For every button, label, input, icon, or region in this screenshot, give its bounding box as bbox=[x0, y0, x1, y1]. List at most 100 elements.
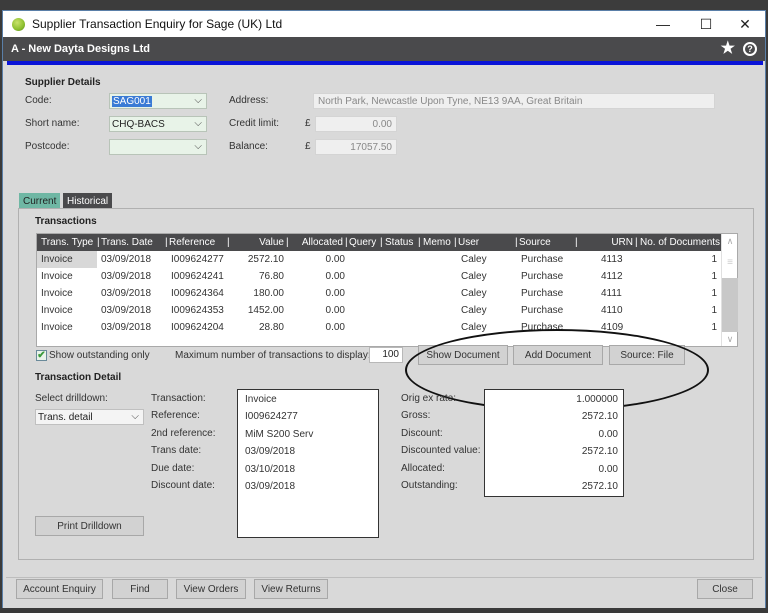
help-icon[interactable]: ? bbox=[743, 42, 757, 56]
grid-vertical-scrollbar[interactable]: ∧ ≡ ∨ bbox=[721, 234, 738, 346]
company-name: A - New Dayta Designs Ltd bbox=[11, 43, 150, 55]
column-header-no-of-documents[interactable]: No. of Documents bbox=[640, 237, 720, 248]
chevron-down-icon[interactable]: ⌵ bbox=[131, 411, 139, 422]
cell-docs: 1 bbox=[711, 254, 717, 265]
show-document-button[interactable]: Show Document bbox=[418, 345, 508, 365]
credit-limit-label: Credit limit: bbox=[229, 118, 280, 129]
cell-value: 76.80 bbox=[258, 271, 284, 282]
view-returns-button[interactable]: View Returns bbox=[254, 579, 328, 599]
transactions-heading: Transactions bbox=[35, 216, 97, 227]
cell-reference: I009624241 bbox=[171, 271, 224, 282]
short-name-combobox[interactable]: CHQ-BACS ⌵ bbox=[109, 116, 207, 132]
favourite-star-icon[interactable]: ★ bbox=[721, 41, 735, 57]
column-header-allocated[interactable]: Allocated bbox=[289, 237, 343, 248]
chevron-down-icon[interactable]: ⌵ bbox=[194, 118, 202, 129]
detail-label-reference: Reference: bbox=[151, 410, 200, 421]
detail-value-gross: 2572.10 bbox=[581, 411, 618, 422]
print-drilldown-button[interactable]: Print Drilldown bbox=[35, 516, 144, 536]
detail-label-discounted-value: Discounted value: bbox=[401, 445, 481, 456]
maximize-button[interactable]: ☐ bbox=[686, 11, 726, 37]
tab-historical[interactable]: Historical bbox=[63, 193, 113, 209]
cell-reference: I009624204 bbox=[171, 322, 224, 333]
detail-value-trans-date: 03/09/2018 bbox=[245, 446, 296, 457]
cell-value: 2572.10 bbox=[247, 254, 284, 265]
source-file-button[interactable]: Source: File bbox=[609, 345, 685, 365]
table-row[interactable]: Invoice 03/09/2018 I009624364 180.00 0.0… bbox=[37, 285, 721, 302]
table-row[interactable]: Invoice 03/09/2018 I009624241 76.80 0.00… bbox=[37, 268, 721, 285]
scroll-track[interactable] bbox=[722, 278, 738, 332]
scroll-up-icon[interactable]: ∧ bbox=[722, 234, 738, 248]
cell-docs: 1 bbox=[711, 288, 717, 299]
address-field: North Park, Newcastle Upon Tyne, NE13 9A… bbox=[313, 93, 715, 109]
add-document-button[interactable]: Add Document bbox=[513, 345, 603, 365]
cell-allocated: 0.00 bbox=[325, 305, 345, 316]
chevron-down-icon[interactable]: ⌵ bbox=[194, 95, 202, 106]
address-label: Address: bbox=[229, 95, 269, 106]
cell-source: Purchase bbox=[521, 322, 564, 333]
tab-current[interactable]: Current bbox=[19, 193, 61, 209]
cell-docs: 1 bbox=[711, 271, 717, 282]
column-header-source[interactable]: Source bbox=[519, 237, 551, 248]
cell-trans-type: Invoice bbox=[41, 305, 73, 316]
drilldown-select[interactable]: Trans. detail ⌵ bbox=[35, 409, 144, 425]
column-header-trans-date[interactable]: Trans. Date bbox=[101, 237, 153, 248]
detail-label-gross: Gross: bbox=[401, 410, 431, 421]
cell-trans-type: Invoice bbox=[41, 288, 73, 299]
cell-trans-type: Invoice bbox=[41, 271, 73, 282]
transaction-detail-heading: Transaction Detail bbox=[35, 372, 122, 383]
view-orders-button[interactable]: View Orders bbox=[176, 579, 246, 599]
scroll-down-icon[interactable]: ∨ bbox=[722, 332, 738, 346]
column-header-status[interactable]: Status bbox=[385, 237, 413, 248]
cell-allocated: 0.00 bbox=[325, 288, 345, 299]
balance-value: 17057.50 bbox=[350, 141, 392, 153]
cell-trans-date: 03/09/2018 bbox=[101, 322, 152, 333]
show-outstanding-checkbox[interactable]: ✔ bbox=[36, 350, 47, 361]
detail-values-box-right: 1.000000 2572.10 0.00 2572.10 0.00 2572.… bbox=[484, 389, 624, 497]
chevron-down-icon[interactable]: ⌵ bbox=[194, 141, 202, 152]
column-header-value[interactable]: Value bbox=[232, 237, 284, 248]
column-header-trans-type[interactable]: Trans. Type bbox=[41, 237, 93, 248]
transactions-grid: Trans. Type | Trans. Date | Reference | … bbox=[36, 233, 738, 347]
header-accent-bar bbox=[7, 61, 763, 65]
detail-value-reference: I009624277 bbox=[245, 411, 298, 422]
table-row[interactable]: Invoice 03/09/2018 I009624277 2572.10 0.… bbox=[37, 251, 721, 268]
column-header-memo[interactable]: Memo bbox=[423, 237, 451, 248]
max-transactions-input[interactable]: 100 bbox=[369, 347, 403, 363]
postcode-combobox[interactable]: ⌵ bbox=[109, 139, 207, 155]
desktop-bottom-edge bbox=[0, 608, 768, 613]
detail-label-outstanding: Outstanding: bbox=[401, 480, 458, 491]
credit-limit-field: 0.00 bbox=[315, 116, 397, 132]
scroll-thumb[interactable]: ≡ bbox=[723, 248, 737, 278]
column-header-query[interactable]: Query bbox=[349, 237, 376, 248]
close-window-button[interactable]: ✕ bbox=[725, 11, 765, 37]
code-combobox[interactable]: SAG001 ⌵ bbox=[109, 93, 207, 109]
column-header-reference[interactable]: Reference bbox=[169, 237, 215, 248]
column-header-user[interactable]: User bbox=[458, 237, 479, 248]
cell-trans-type: Invoice bbox=[41, 254, 73, 265]
close-button[interactable]: Close bbox=[697, 579, 753, 599]
find-button[interactable]: Find bbox=[112, 579, 168, 599]
cell-urn: 4112 bbox=[601, 271, 623, 282]
account-enquiry-button[interactable]: Account Enquiry bbox=[16, 579, 103, 599]
credit-limit-value: 0.00 bbox=[372, 118, 392, 130]
detail-value-discounted-value: 2572.10 bbox=[581, 446, 618, 457]
footer-separator bbox=[6, 577, 762, 578]
detail-value-outstanding: 2572.10 bbox=[581, 481, 618, 492]
cell-docs: 1 bbox=[711, 305, 717, 316]
cell-urn: 4113 bbox=[601, 254, 623, 265]
cell-user: Caley bbox=[461, 305, 487, 316]
show-outstanding-label: Show outstanding only bbox=[49, 350, 150, 361]
detail-label-trans-date: Trans date: bbox=[151, 445, 202, 456]
detail-value-due-date: 03/10/2018 bbox=[245, 464, 296, 475]
table-row[interactable]: Invoice 03/09/2018 I009624204 28.80 0.00… bbox=[37, 319, 721, 336]
max-transactions-label: Maximum number of transactions to displa… bbox=[175, 350, 371, 361]
cell-trans-date: 03/09/2018 bbox=[101, 288, 152, 299]
table-row[interactable]: Invoice 03/09/2018 I009624353 1452.00 0.… bbox=[37, 302, 721, 319]
detail-value-allocated: 0.00 bbox=[598, 464, 618, 475]
detail-label-discount: Discount: bbox=[401, 428, 443, 439]
minimize-button[interactable]: — bbox=[643, 11, 683, 37]
detail-label-transaction: Transaction: bbox=[151, 393, 206, 404]
column-header-urn[interactable]: URN bbox=[597, 237, 633, 248]
cell-allocated: 0.00 bbox=[325, 322, 345, 333]
select-drilldown-label: Select drilldown: bbox=[35, 393, 108, 404]
